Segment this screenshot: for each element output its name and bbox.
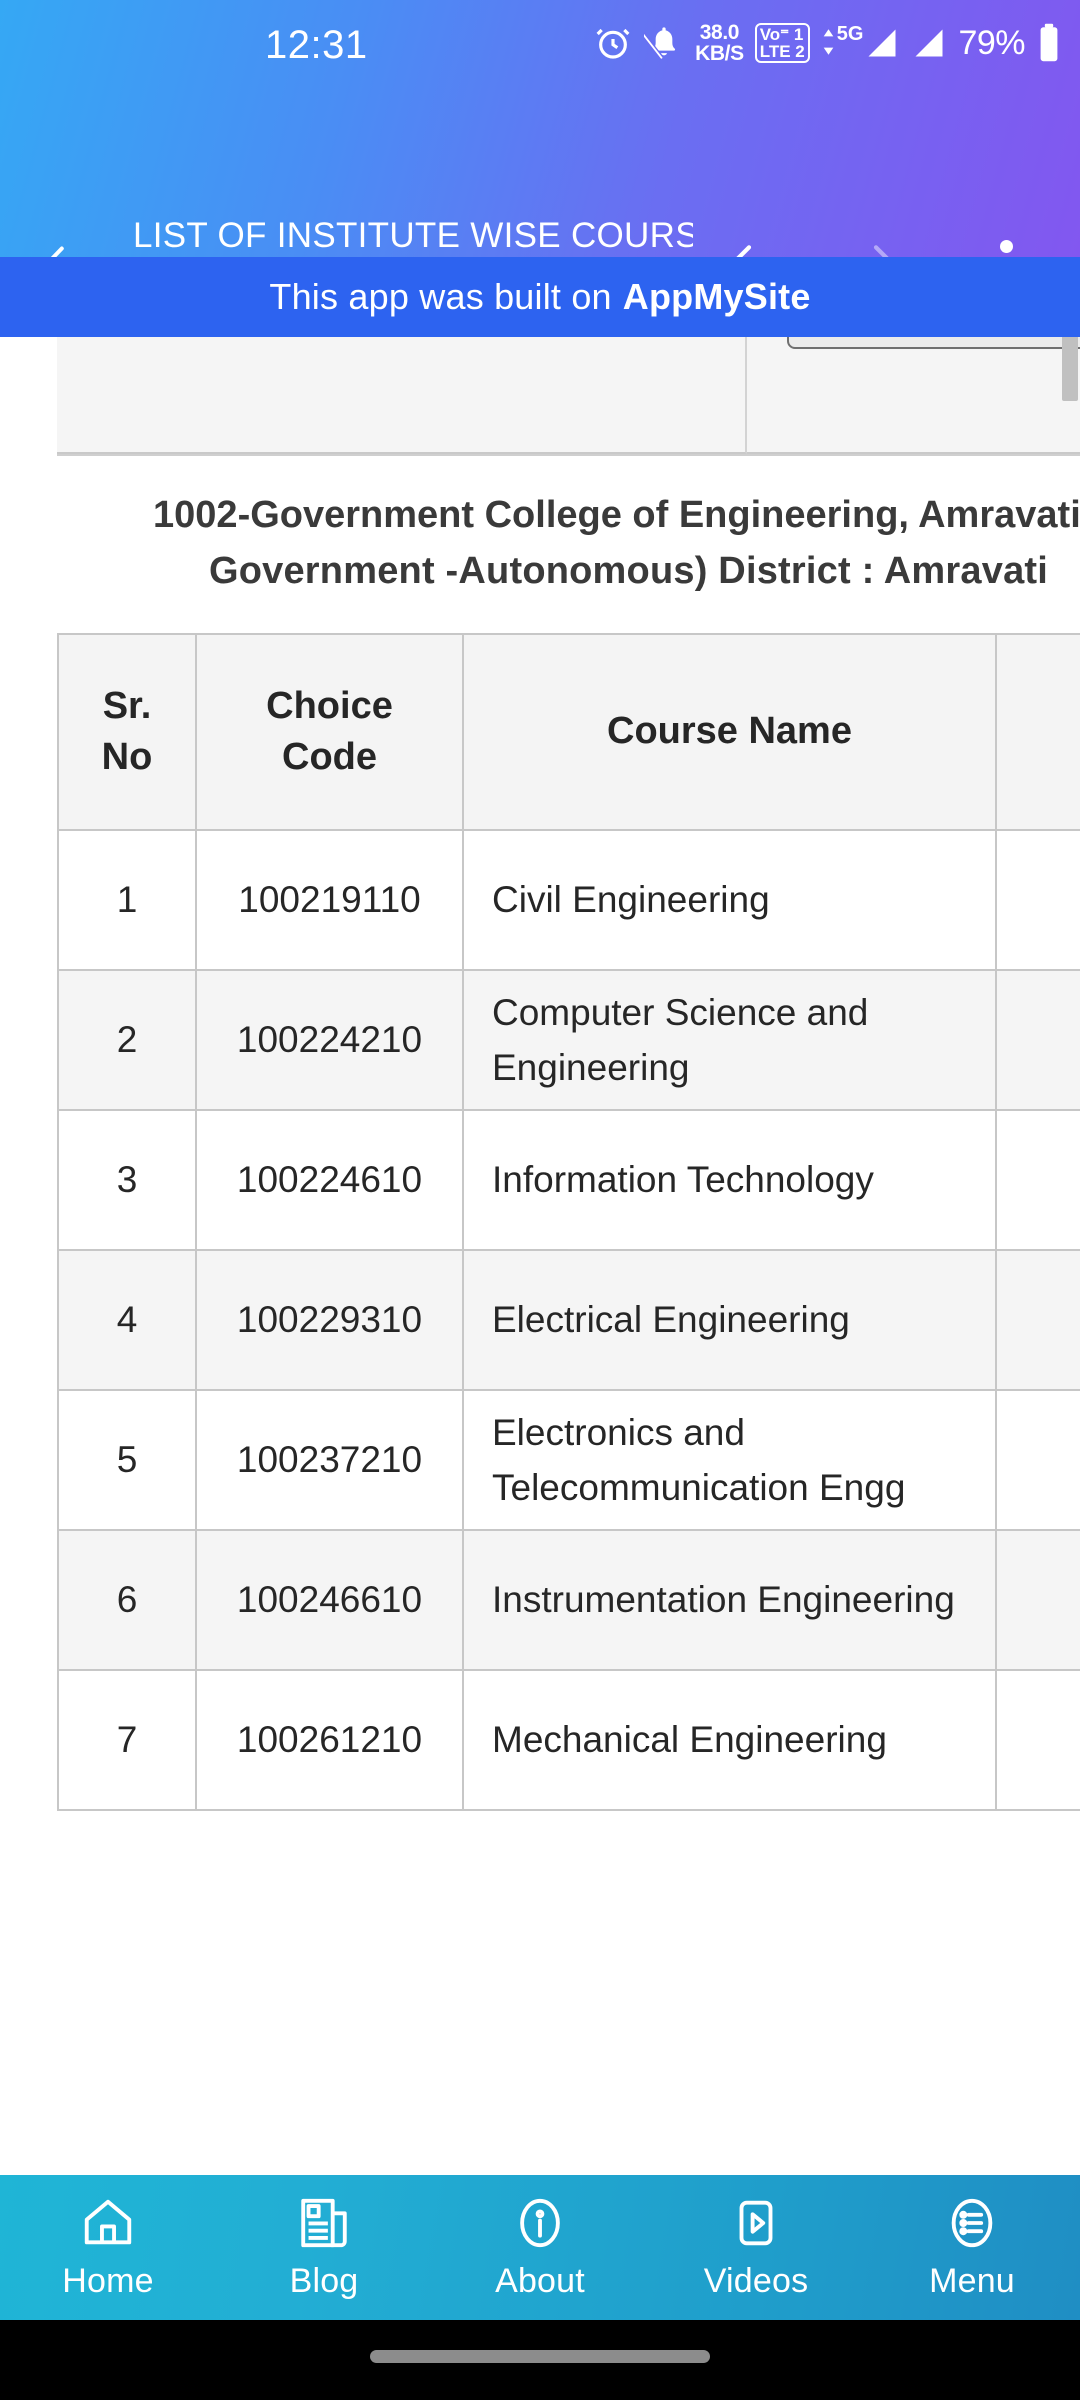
webview-content: Search By District : Select District 100… — [0, 257, 1080, 2175]
institute-heading-line-1: 1002-Government College of Engineering, … — [153, 494, 1080, 536]
cell-choice-code: 100229310 — [195, 1249, 464, 1391]
nav-label-menu: Menu — [929, 2262, 1015, 2300]
network-speed-unit: KB/S — [695, 42, 744, 65]
cell-sr-no: 2 — [57, 969, 197, 1111]
battery-percent-label: 79% — [958, 23, 1025, 62]
cell-extra — [995, 1109, 1080, 1251]
table-body: 1 100219110 Civil Engineering 2 10022421… — [57, 829, 1080, 1811]
play-box-icon — [727, 2194, 785, 2252]
cell-choice-code: 100224610 — [195, 1109, 464, 1251]
battery-icon — [1036, 22, 1062, 64]
nav-label-about: About — [495, 2262, 585, 2300]
column-header-choice-code: Choice Code — [195, 633, 464, 831]
cell-choice-code: 100237210 — [195, 1389, 464, 1531]
cell-course-name: Electronics and Telecommunication Engg — [462, 1389, 997, 1531]
cell-choice-code: 100219110 — [195, 829, 464, 971]
table-row[interactable]: 5 100237210 Electronics and Telecommunic… — [57, 1389, 1080, 1531]
newspaper-icon — [295, 2194, 353, 2252]
table-row[interactable]: 7 100261210 Mechanical Engineering — [57, 1669, 1080, 1811]
cell-course-name: Instrumentation Engineering — [462, 1529, 997, 1671]
cell-sr-no: 3 — [57, 1109, 197, 1251]
info-circle-icon — [511, 2194, 569, 2252]
cell-choice-code: 100261210 — [195, 1669, 464, 1811]
banner-brand: AppMySite — [622, 276, 811, 317]
cell-extra — [995, 1669, 1080, 1811]
cell-course-name: Electrical Engineering — [462, 1249, 997, 1391]
signal-icon — [911, 25, 947, 61]
column-header-course-name: Course Name — [462, 633, 997, 831]
nav-item-blog[interactable]: Blog — [216, 2194, 432, 2301]
cell-course-name: Civil Engineering — [462, 829, 997, 971]
nav-item-about[interactable]: About — [432, 2194, 648, 2301]
cell-choice-code: 100224210 — [195, 969, 464, 1111]
bell-muted-icon — [644, 23, 684, 63]
gesture-pill[interactable] — [370, 2350, 710, 2363]
status-clock: 12:31 — [265, 23, 368, 67]
signal-5g-icon: 5G — [821, 23, 901, 61]
nav-label-blog: Blog — [289, 2262, 359, 2300]
column-header-extra — [995, 633, 1080, 831]
nav-item-menu[interactable]: Menu — [864, 2194, 1080, 2301]
network-speed-indicator: 38.0 KB/S — [695, 22, 744, 64]
column-header-sr-no: Sr. No — [57, 633, 197, 831]
bottom-navigation: Home Blog About Videos Menu — [0, 2175, 1080, 2320]
page-title: LIST OF INSTITUTE WISE COURSES… — [133, 216, 693, 255]
banner-text: This app was built on — [269, 276, 612, 317]
cell-extra — [995, 969, 1080, 1111]
table-row[interactable]: 4 100229310 Electrical Engineering — [57, 1249, 1080, 1391]
courses-table: Sr. No Choice Code Course Name 1 1002191… — [57, 633, 1080, 1811]
alarm-icon — [593, 23, 633, 63]
cell-extra — [995, 1529, 1080, 1671]
table-row[interactable]: 2 100224210 Computer Science and Enginee… — [57, 969, 1080, 1111]
phone-screen: 12:31 38.0 KB/S Vo⁼ 1 LTE 2 5G 79% LIST … — [0, 0, 1080, 2400]
cell-sr-no: 4 — [57, 1249, 197, 1391]
gesture-bar — [0, 2320, 1080, 2400]
nav-item-videos[interactable]: Videos — [648, 2194, 864, 2301]
cell-course-name: Computer Science and Engineering — [462, 969, 997, 1111]
signal-generation-label: 5G — [836, 23, 864, 45]
home-icon — [79, 2194, 137, 2252]
table-row[interactable]: 1 100219110 Civil Engineering — [57, 829, 1080, 971]
cell-extra — [995, 1249, 1080, 1391]
cell-extra — [995, 1389, 1080, 1531]
browser-chrome: 12:31 38.0 KB/S Vo⁼ 1 LTE 2 5G 79% LIST … — [0, 0, 1080, 303]
nav-item-home[interactable]: Home — [0, 2194, 216, 2301]
network-speed-value: 38.0 — [699, 21, 740, 44]
nav-label-home: Home — [62, 2262, 154, 2300]
cell-extra — [995, 829, 1080, 971]
table-header-row: Sr. No Choice Code Course Name — [57, 633, 1080, 831]
institute-heading: 1002-Government College of Engineering, … — [57, 456, 1080, 631]
cell-sr-no: 1 — [57, 829, 197, 971]
cell-sr-no: 7 — [57, 1669, 197, 1811]
nav-label-videos: Videos — [703, 2262, 809, 2300]
appmysite-banner[interactable]: This app was built on AppMySite — [0, 257, 1080, 337]
volte-line-1: Vo⁼ 1 — [759, 24, 804, 44]
status-bar: 12:31 38.0 KB/S Vo⁼ 1 LTE 2 5G 79% — [0, 0, 1080, 88]
table-row[interactable]: 3 100224610 Information Technology — [57, 1109, 1080, 1251]
volte-line-2: LTE 2 — [759, 42, 805, 61]
address-bar: LIST OF INSTITUTE WISE COURSES… apnacoun… — [0, 88, 1080, 303]
cell-sr-no: 6 — [57, 1529, 197, 1671]
cell-course-name: Information Technology — [462, 1109, 997, 1251]
institute-heading-line-2: Government -Autonomous) District : Amrav… — [208, 550, 1049, 592]
volte-badge-icon: Vo⁼ 1 LTE 2 — [754, 22, 810, 64]
table-row[interactable]: 6 100246610 Instrumentation Engineering — [57, 1529, 1080, 1671]
cell-course-name: Mechanical Engineering — [462, 1669, 997, 1811]
list-circle-icon — [943, 2194, 1001, 2252]
cell-choice-code: 100246610 — [195, 1529, 464, 1671]
cell-sr-no: 5 — [57, 1389, 197, 1531]
